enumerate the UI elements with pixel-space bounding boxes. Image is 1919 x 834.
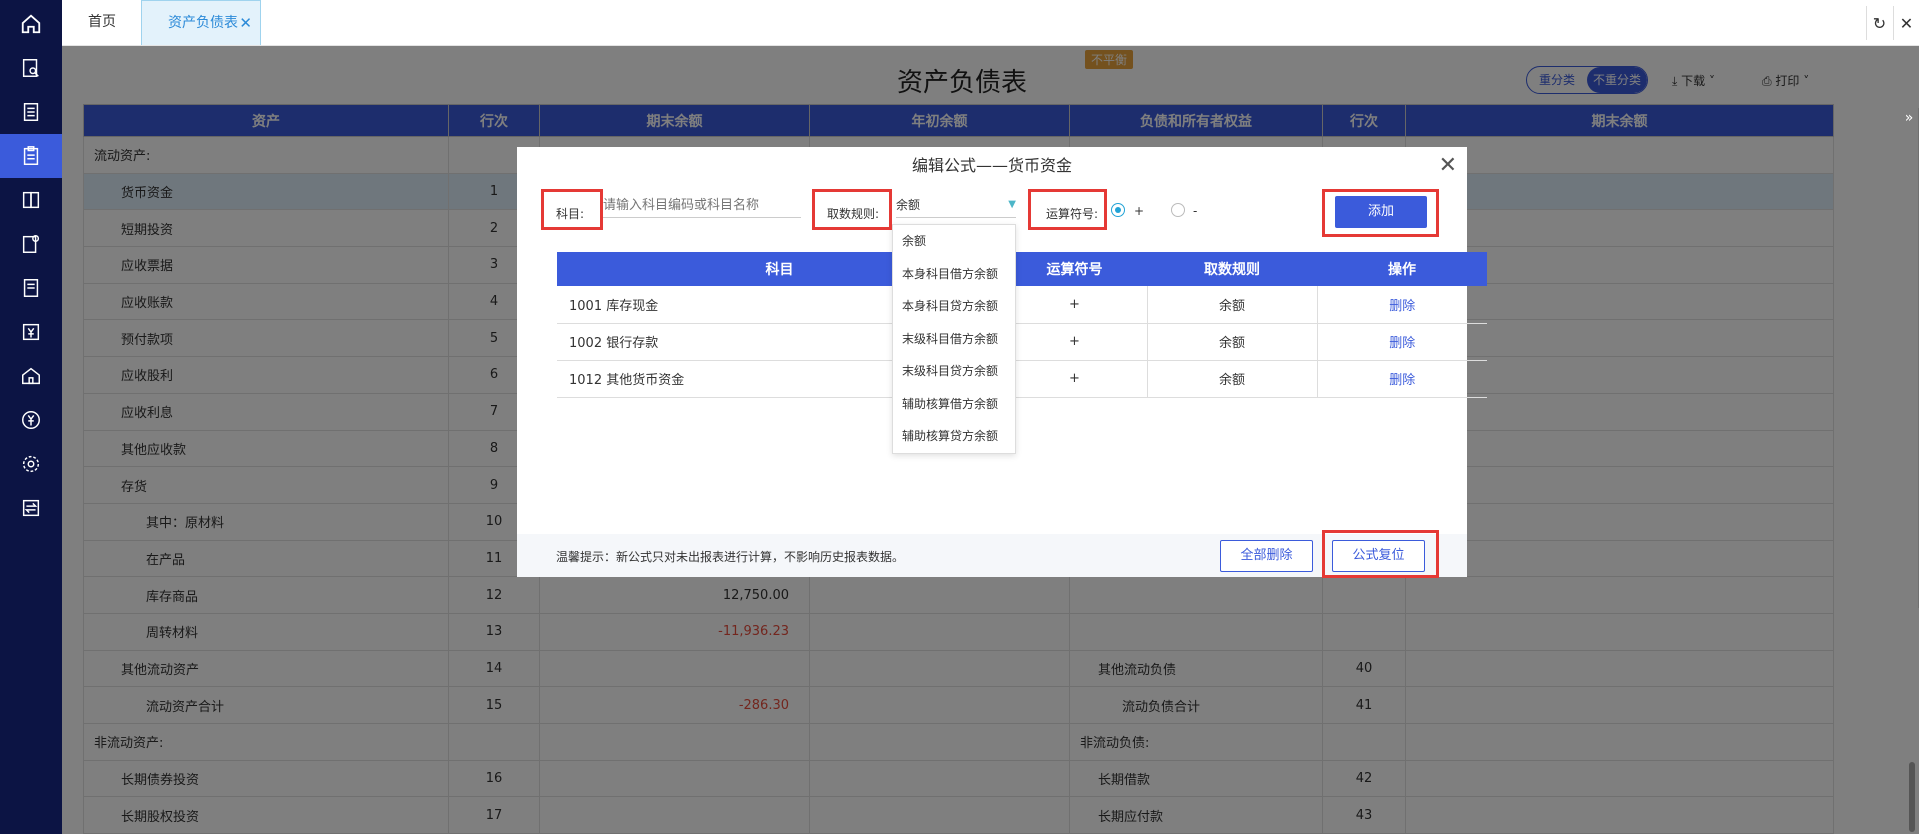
tab-balance-sheet[interactable]: 资产负债表 ✕ [141, 0, 261, 45]
formula-operator: + [1001, 323, 1147, 361]
radio-minus[interactable] [1171, 203, 1185, 217]
close-all-icon[interactable]: ✕ [1893, 6, 1919, 40]
formula-column-header: 取数规则 [1147, 252, 1317, 286]
formula-rule: 余额 [1146, 323, 1317, 361]
delete-link[interactable]: 删除 [1316, 323, 1487, 361]
home-icon[interactable] [0, 2, 62, 46]
formula-rule: 余额 [1146, 286, 1317, 324]
highlight-box [1322, 189, 1439, 237]
highlight-box [1028, 189, 1107, 230]
gear-icon[interactable] [0, 442, 62, 486]
dropdown-option[interactable]: 本身科目贷方余额 [893, 290, 1015, 323]
formula-row: 1012 其他货币资金 + 余额 删除 [557, 360, 1487, 398]
radio-minus-label: - [1193, 204, 1198, 218]
dropdown-option[interactable]: 末级科目借方余额 [893, 323, 1015, 356]
transfer-icon[interactable] [0, 486, 62, 530]
close-icon[interactable]: ✕ [239, 1, 252, 46]
formula-column-header: 操作 [1317, 252, 1487, 286]
highlight-box [1322, 530, 1439, 578]
edit-formula-dialog: 编辑公式——货币资金 ✕ 科目: 取数规则: 余额 ▼ 运算符号: + - 添加… [517, 147, 1487, 578]
dialog-title: 编辑公式——货币资金 [911, 156, 1072, 175]
highlight-box [541, 189, 603, 230]
document-icon[interactable] [0, 266, 62, 310]
dropdown-option[interactable]: 辅助核算借方余额 [893, 388, 1015, 421]
ledger-icon[interactable] [0, 90, 62, 134]
radio-plus-label: + [1134, 204, 1145, 218]
report-icon[interactable] [0, 134, 62, 178]
delete-link[interactable]: 删除 [1316, 360, 1487, 398]
close-icon[interactable]: ✕ [1439, 153, 1457, 178]
refresh-icon[interactable]: ↻ [1866, 6, 1892, 40]
dropdown-option[interactable]: 本身科目借方余额 [893, 258, 1015, 291]
rule-select-value: 余额 [896, 198, 921, 212]
formula-operator: + [1001, 360, 1147, 398]
radio-plus[interactable] [1111, 203, 1125, 217]
rule-select[interactable]: 余额 ▼ [896, 192, 1016, 218]
tab-bar: 首页 资产负债表 ✕ ↻ ✕ [62, 0, 1919, 46]
subject-input[interactable] [601, 192, 801, 218]
delete-link[interactable]: 删除 [1316, 286, 1487, 324]
scrollbar[interactable] [1909, 762, 1915, 832]
formula-column-header: 运算符号 [1002, 252, 1147, 286]
highlight-box [812, 189, 892, 230]
asset-icon[interactable] [0, 354, 62, 398]
dropdown-option[interactable]: 末级科目贷方余额 [893, 355, 1015, 388]
formula-rule: 余额 [1146, 360, 1317, 398]
voucher-search-icon[interactable] [0, 46, 62, 90]
collapse-icon[interactable]: » [1900, 110, 1918, 134]
tab-home[interactable]: 首页 [88, 0, 116, 45]
cash-icon[interactable] [0, 310, 62, 354]
sidebar [0, 0, 62, 834]
formula-operator: + [1001, 286, 1147, 324]
account-book-icon[interactable] [0, 178, 62, 222]
formula-table: 科目 运算符号 取数规则 操作 1001 库存现金 + 余额 删除 1002 银行存款 + 余额删… [557, 252, 1487, 398]
formula-row: 1001 库存现金 + 余额 删除 [557, 286, 1487, 324]
settings-doc-icon[interactable] [0, 222, 62, 266]
dropdown-option[interactable]: 辅助核算贷方余额 [893, 420, 1015, 453]
yuan-icon[interactable] [0, 398, 62, 442]
caret-down-icon: ▼ [1008, 199, 1016, 210]
rule-dropdown: 余额 本身科目借方余额 本身科目贷方余额 末级科目借方余额 末级科目贷方余额 辅助核算借方… [892, 224, 1016, 454]
formula-row: 1002 银行存款 + 余额 删除 [557, 323, 1487, 361]
delete-all-button[interactable]: 全部删除 [1220, 540, 1313, 572]
tip-text: 温馨提示：新公式只对未出报表进行计算，不影响历史报表数据。 [556, 550, 905, 564]
dropdown-option[interactable]: 余额 [893, 225, 1015, 258]
tab-label: 资产负债表 [168, 15, 238, 31]
